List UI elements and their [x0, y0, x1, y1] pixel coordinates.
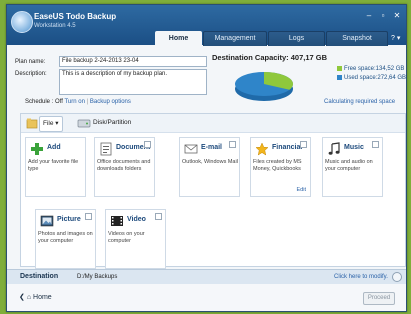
destination-bar: Destination D:/My Backups Click here to … — [7, 269, 406, 285]
destination-path[interactable]: D:/My Backups — [77, 274, 117, 280]
edit-link[interactable]: Edit — [297, 187, 306, 193]
card-music[interactable]: Music Music and audio on your computer — [322, 137, 383, 197]
card-checkbox[interactable] — [144, 141, 151, 148]
legend-used: Used space:272,64 GB — [337, 75, 406, 81]
source-toolbar: File ▾ Disk/Partition — [21, 114, 405, 133]
card-email[interactable]: E-mail Outlook, Windows Mail — [179, 137, 240, 197]
card-desc: Add your favorite file type — [28, 159, 79, 172]
description-label: Description: — [15, 71, 47, 77]
used-space-label: Used space:272,64 GB — [344, 75, 407, 82]
plan-name-field[interactable]: File backup 2-24-2013 23-04 — [59, 56, 207, 67]
card-video[interactable]: Video Videos on your computer — [105, 209, 166, 269]
card-title: Financial — [272, 144, 303, 151]
card-desc: Videos on your computer — [108, 231, 145, 244]
disk-icon — [77, 119, 91, 128]
card-desc: Files created by MS Money, Quickbooks — [253, 159, 302, 172]
star-icon — [255, 142, 269, 156]
help-menu-icon[interactable]: ? ▾ — [391, 34, 400, 42]
card-financial[interactable]: Financial Files created by MS Money, Qui… — [250, 137, 311, 197]
disk-partition-option[interactable]: Disk/Partition — [93, 116, 131, 130]
card-title: Add — [47, 144, 61, 151]
card-desc: Outlook, Windows Mail — [182, 159, 238, 165]
description-field[interactable]: This is a description of my backup plan. — [59, 69, 207, 95]
card-desc: Office documents and downloads folders — [97, 159, 151, 172]
tab-logs[interactable]: Logs — [268, 31, 325, 46]
plus-icon — [31, 143, 43, 155]
file-label: File — [43, 120, 54, 127]
turn-on-link[interactable]: Turn on — [64, 99, 84, 105]
card-document[interactable]: Document Office documents and downloads … — [94, 137, 155, 197]
file-dropdown[interactable]: File ▾ — [39, 116, 63, 132]
app-window: EaseUS Todo Backup Workstation 4.5 – ▫ ✕… — [6, 4, 407, 312]
modify-destination-link[interactable]: Click here to modify. — [334, 274, 388, 280]
card-checkbox[interactable] — [155, 213, 162, 220]
calculating-space-link[interactable]: Calculating required space — [324, 99, 395, 105]
schedule-row: Schedule : Off Turn on | Backup options — [25, 99, 131, 105]
free-space-label: Free space:134,52 GB — [344, 66, 405, 73]
close-icon[interactable]: ✕ — [390, 11, 404, 20]
picture-icon — [40, 215, 54, 227]
schedule-label: Schedule : Off — [25, 99, 63, 105]
card-checkbox[interactable] — [229, 141, 236, 148]
card-desc: Music and audio on your computer — [325, 159, 373, 172]
app-edition: Workstation 4.5 — [34, 23, 76, 29]
card-title: E-mail — [201, 144, 223, 151]
card-title: Music — [344, 144, 364, 151]
card-title: Video — [127, 216, 146, 223]
separator: | — [86, 99, 89, 105]
card-checkbox[interactable] — [300, 141, 307, 148]
card-checkbox[interactable] — [372, 141, 379, 148]
capacity-pie-chart — [235, 72, 293, 101]
back-arrow-icon: ❮ — [19, 294, 25, 301]
card-add[interactable]: Add Add your favorite file type — [25, 137, 86, 197]
title-bar: EaseUS Todo Backup Workstation 4.5 – ▫ ✕… — [7, 5, 406, 46]
card-title: Picture — [57, 216, 81, 223]
home-label: Home — [33, 294, 52, 301]
tab-management[interactable]: Management — [203, 31, 267, 46]
home-button[interactable]: ❮ ⌂ Home — [19, 293, 52, 301]
footer: ❮ ⌂ Home Proceed — [7, 284, 406, 311]
free-swatch — [337, 66, 342, 71]
music-icon — [328, 142, 340, 155]
legend-free: Free space:134,52 GB — [337, 66, 404, 72]
card-checkbox[interactable] — [85, 213, 92, 220]
email-icon — [184, 144, 198, 154]
app-logo — [11, 11, 33, 33]
card-picture[interactable]: Picture Photos and images on your comput… — [35, 209, 96, 269]
used-swatch — [337, 75, 342, 80]
tab-home[interactable]: Home — [155, 31, 202, 46]
home-icon: ⌂ — [26, 294, 32, 301]
backup-options-link[interactable]: Backup options — [90, 99, 131, 105]
destination-label: Destination — [20, 273, 59, 280]
backup-source-panel: File ▾ Disk/Partition Add Add your favor… — [20, 113, 406, 269]
proceed-button[interactable]: Proceed — [363, 292, 395, 305]
destination-capacity: Destination Capacity: 407,17 GB — [212, 53, 328, 62]
refresh-icon[interactable] — [392, 272, 402, 282]
tab-snapshot[interactable]: Snapshot — [326, 31, 388, 46]
restore-icon[interactable]: ▫ — [376, 11, 390, 20]
plan-name-label: Plan name: — [15, 59, 46, 65]
card-desc: Photos and images on your computer — [38, 231, 93, 244]
folder-icon — [26, 118, 38, 129]
document-icon — [100, 142, 112, 156]
video-icon — [111, 216, 123, 226]
minimize-icon[interactable]: – — [362, 11, 376, 20]
app-title: EaseUS Todo Backup — [34, 12, 117, 21]
main-tabs: Home Management Logs Snapshot — [155, 31, 389, 46]
